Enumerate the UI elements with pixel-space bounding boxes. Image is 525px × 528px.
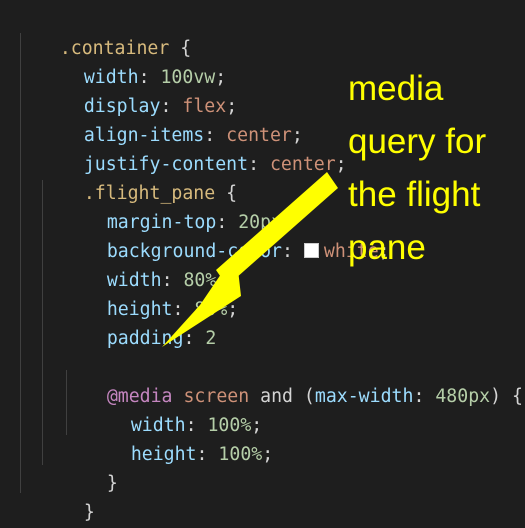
- code-line-16: }: [63, 439, 118, 494]
- colon: :: [183, 328, 206, 349]
- property-name: height: [130, 444, 197, 465]
- colon: :: [248, 154, 270, 175]
- code-line-10: height: 80%;: [63, 265, 238, 320]
- code-line-7: margin-top: 20px;: [63, 178, 293, 233]
- code-line-18: }: [16, 497, 71, 527]
- code-line-17: }: [40, 468, 95, 523]
- code-line-15: height: 100%;: [87, 410, 273, 465]
- code-line-5: justify-content: center;: [40, 120, 347, 175]
- colon: :: [196, 444, 219, 465]
- semicolon: ;: [262, 444, 274, 465]
- code-line-11: padding: 2: [63, 294, 217, 349]
- semicolon: ;: [335, 154, 347, 175]
- colon: :: [413, 386, 436, 407]
- code-line-9: width: 80%;: [63, 236, 227, 291]
- property-value: 2: [205, 328, 217, 349]
- semicolon: ;: [227, 299, 239, 320]
- code-line-6: .flight_pane {: [40, 149, 237, 204]
- color-swatch[interactable]: [303, 242, 319, 258]
- code-line-14: width: 100%;: [87, 381, 262, 436]
- colon: :: [282, 241, 304, 262]
- annotation-line: the flight: [348, 175, 481, 214]
- code-line-13: @media screen and (max-width: 480px) {: [63, 352, 523, 407]
- code-line-1: .container {: [16, 4, 191, 59]
- code-line-3: display: flex;: [40, 62, 237, 117]
- media-value: 480px: [435, 386, 491, 407]
- close-brace: }: [83, 502, 95, 523]
- code-line-4: align-items: center;: [40, 91, 303, 146]
- close-brace: }: [106, 473, 118, 494]
- property-value: center: [269, 154, 336, 175]
- annotation-line: query for: [348, 122, 487, 161]
- annotation-line: media: [348, 69, 444, 108]
- annotation-line: pane: [348, 228, 426, 267]
- indent-guide: [20, 33, 21, 493]
- media-feature: max-width: [314, 386, 414, 407]
- annotation-text: media query for the flight pane: [348, 62, 523, 274]
- close-paren-brace: ) {: [490, 386, 523, 407]
- code-line-8: background-color: white;: [63, 207, 390, 262]
- code-editor[interactable]: .container { width: 100vw; display: flex…: [0, 0, 525, 528]
- property-value: 100%: [218, 444, 263, 465]
- property-name: padding: [106, 328, 184, 349]
- code-line-2: width: 100vw;: [40, 33, 226, 88]
